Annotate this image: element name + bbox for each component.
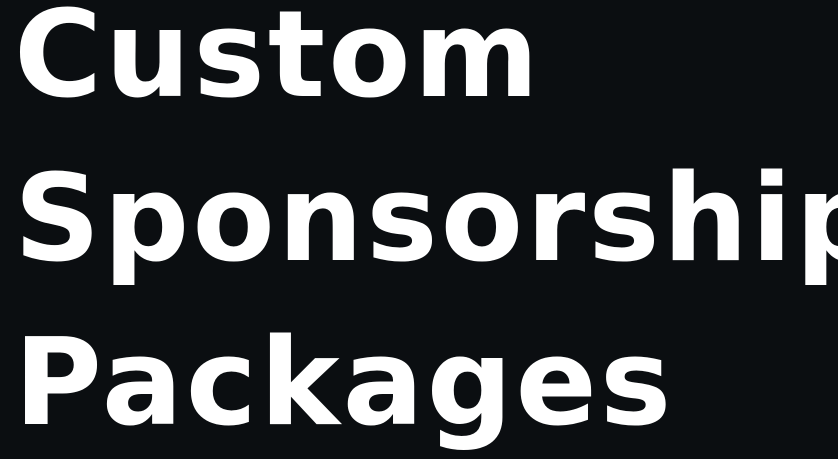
headline-line-1: Custom bbox=[14, 0, 542, 125]
headline-line-3: Packages bbox=[14, 314, 675, 453]
headline-line-2: Sponsorship bbox=[14, 150, 838, 289]
headline: Custom Sponsorship Packages bbox=[14, 0, 838, 459]
page-canvas: Custom Sponsorship Packages bbox=[0, 0, 838, 459]
